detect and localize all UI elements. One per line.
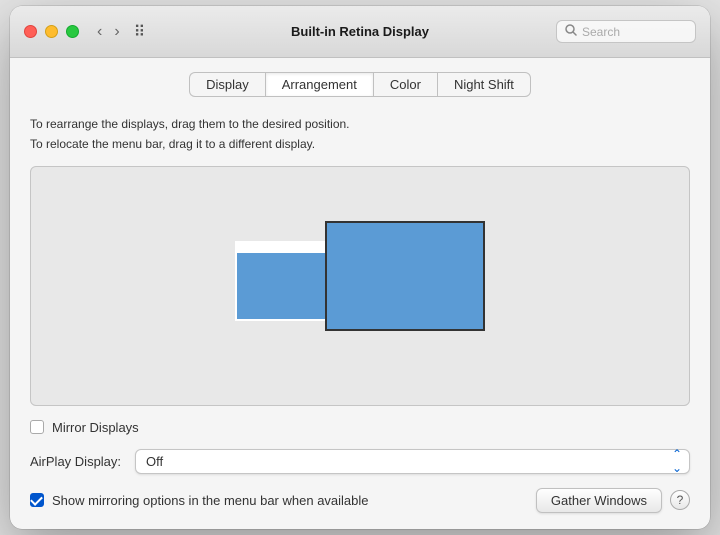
- window-title: Built-in Retina Display: [291, 24, 429, 39]
- menubar-stripe: [237, 243, 333, 253]
- gather-windows-button[interactable]: Gather Windows: [536, 488, 662, 513]
- airplay-row: AirPlay Display: Off On ⌃⌄: [30, 449, 690, 474]
- tabs-container: Display Arrangement Color Night Shift: [10, 58, 710, 107]
- mirror-displays-row: Mirror Displays: [30, 420, 690, 435]
- airplay-label: AirPlay Display:: [30, 454, 125, 469]
- traffic-lights: [24, 25, 79, 38]
- close-button[interactable]: [24, 25, 37, 38]
- search-input[interactable]: [582, 25, 687, 39]
- help-button[interactable]: ?: [670, 490, 690, 510]
- instruction-line2: To relocate the menu bar, drag it to a d…: [30, 135, 690, 154]
- main-window: ‹ › ⠿ Built-in Retina Display Display Ar…: [10, 6, 710, 528]
- tab-color[interactable]: Color: [373, 72, 437, 97]
- forward-button[interactable]: ›: [110, 22, 123, 42]
- tab-display[interactable]: Display: [189, 72, 265, 97]
- airplay-select-wrapper: Off On ⌃⌄: [135, 449, 690, 474]
- maximize-button[interactable]: [66, 25, 79, 38]
- titlebar: ‹ › ⠿ Built-in Retina Display: [10, 6, 710, 58]
- back-button[interactable]: ‹: [93, 22, 106, 42]
- airplay-select[interactable]: Off On: [135, 449, 690, 474]
- minimize-button[interactable]: [45, 25, 58, 38]
- arrangement-area[interactable]: [30, 166, 690, 406]
- mirror-displays-label: Mirror Displays: [52, 420, 139, 435]
- show-mirroring-label: Show mirroring options in the menu bar w…: [52, 493, 528, 508]
- display-primary[interactable]: [235, 241, 335, 321]
- show-mirroring-checkbox[interactable]: [30, 493, 44, 507]
- displays-wrapper: [235, 221, 485, 351]
- bottom-row: Show mirroring options in the menu bar w…: [30, 488, 690, 513]
- instructions: To rearrange the displays, drag them to …: [30, 115, 690, 153]
- search-box[interactable]: [556, 20, 696, 43]
- tab-arrangement[interactable]: Arrangement: [265, 72, 373, 97]
- tab-night-shift[interactable]: Night Shift: [437, 72, 531, 97]
- grid-icon: ⠿: [134, 22, 146, 42]
- nav-buttons: ‹ ›: [93, 22, 124, 42]
- content-area: To rearrange the displays, drag them to …: [10, 107, 710, 528]
- mirror-displays-checkbox[interactable]: [30, 420, 44, 434]
- instruction-line1: To rearrange the displays, drag them to …: [30, 115, 690, 134]
- display-secondary[interactable]: [325, 221, 485, 331]
- search-icon: [565, 24, 577, 39]
